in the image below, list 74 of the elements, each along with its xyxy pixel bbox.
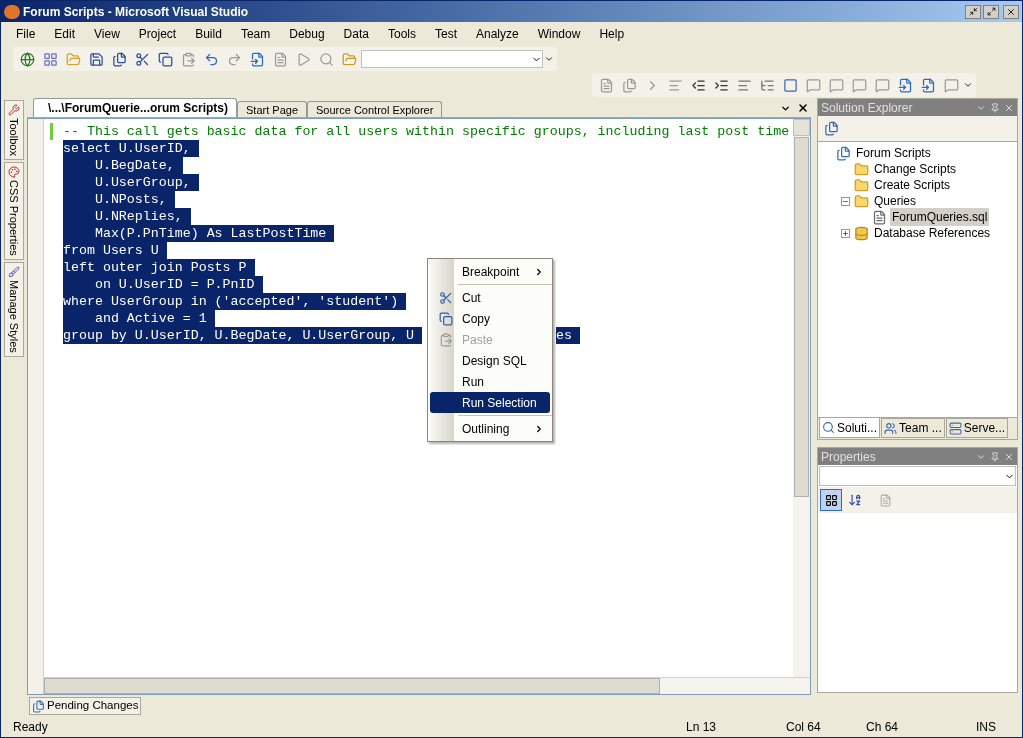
folder-icon: [854, 161, 869, 177]
menu-item[interactable]: Outlining: [430, 418, 550, 439]
copy-icon: [439, 311, 453, 326]
menu-item[interactable]: View: [85, 24, 129, 44]
menu-item[interactable]: Cut: [430, 287, 550, 308]
database-icon: [854, 225, 869, 241]
file-icon: [872, 209, 887, 225]
panel-tab[interactable]: Serve...: [945, 418, 1009, 438]
close-button[interactable]: [1003, 4, 1019, 19]
panel-title: Properties: [821, 448, 876, 466]
side-tab[interactable]: CSS Properties: [4, 161, 24, 260]
toolbar-overflow-icon[interactable]: [544, 54, 554, 64]
menu-item[interactable]: Breakpoint: [430, 261, 550, 282]
tree-item[interactable]: Queries: [872, 192, 919, 210]
menu-item[interactable]: Build: [186, 24, 231, 44]
side-tab[interactable]: Toolbox: [4, 100, 24, 160]
close-icon: [1006, 6, 1016, 17]
folder-icon: [854, 177, 869, 193]
side-tab[interactable]: Manage Styles: [4, 261, 24, 357]
menu-item[interactable]: Analyze: [467, 24, 528, 44]
expand-icon[interactable]: [841, 228, 850, 238]
menu-item[interactable]: Edit: [45, 24, 85, 44]
palette-icon: [8, 165, 20, 178]
status-text: INS: [976, 719, 997, 736]
menu-item[interactable]: Copy: [430, 308, 550, 329]
window-title: Forum Scripts - Microsoft Visual Studio: [23, 3, 249, 21]
menu-item[interactable]: Project: [129, 24, 186, 44]
menu-item[interactable]: Run: [430, 371, 550, 392]
menu-item[interactable]: File: [7, 24, 45, 44]
status-text: Ln 13: [686, 719, 718, 736]
menu-item[interactable]: Run Selection: [430, 392, 550, 413]
tree-item[interactable]: ForumQueries.sql: [890, 208, 990, 226]
close-icon[interactable]: [797, 102, 809, 114]
users-icon: [884, 421, 898, 435]
status-text: Col 64: [786, 719, 822, 736]
tree-item[interactable]: Forum Scripts: [854, 144, 933, 162]
document-tab[interactable]: Source Control Explorer: [307, 101, 443, 117]
tree-item[interactable]: Change Scripts: [872, 160, 959, 178]
code-comment: -- This call gets basic data for all users within specific groups, including last post time: [63, 123, 790, 140]
menu-item[interactable]: Tools: [378, 24, 425, 44]
menu-item[interactable]: Window: [528, 24, 590, 44]
menu-item[interactable]: Design SQL: [430, 350, 550, 371]
panel-tab[interactable]: Team ...: [881, 418, 945, 438]
menu-item[interactable]: Help: [590, 24, 634, 44]
pin-icon[interactable]: [990, 102, 1000, 113]
cut-icon: [439, 290, 453, 305]
app-icon: [4, 4, 20, 19]
brush-icon: [8, 265, 20, 278]
categorized-icon[interactable]: [820, 489, 842, 511]
folder-icon: [854, 193, 869, 209]
server-icon: [948, 421, 962, 435]
panel-title: Solution Explorer: [821, 99, 913, 117]
tree-item[interactable]: Database References: [872, 224, 993, 242]
pages-icon: [32, 699, 45, 713]
menu-item[interactable]: Debug: [280, 24, 334, 44]
document-tab[interactable]: \...\ForumQuerie...orum Scripts): [33, 98, 238, 117]
tree-item[interactable]: Create Scripts: [872, 176, 953, 194]
menu-item[interactable]: Data: [334, 24, 378, 44]
bottom-tab[interactable]: Pending Changes: [29, 697, 142, 715]
collapse-icon[interactable]: [841, 196, 850, 206]
status-text: Ready: [13, 719, 48, 736]
wrench-icon: [8, 104, 20, 116]
maximize-button[interactable]: [983, 4, 999, 19]
minimize-button[interactable]: [965, 4, 981, 19]
menu-item[interactable]: Test: [425, 24, 466, 44]
toolbar-overflow-icon[interactable]: [963, 80, 973, 90]
panel-tab[interactable]: Soluti...: [819, 418, 881, 438]
search-icon: [822, 421, 835, 434]
status-text: Ch 64: [866, 719, 900, 736]
document-tab[interactable]: Start Page: [237, 101, 307, 117]
pin-icon[interactable]: [990, 451, 1000, 462]
menu-item[interactable]: Team: [231, 24, 280, 44]
project-icon: [836, 145, 851, 161]
paste-icon: [439, 332, 453, 347]
